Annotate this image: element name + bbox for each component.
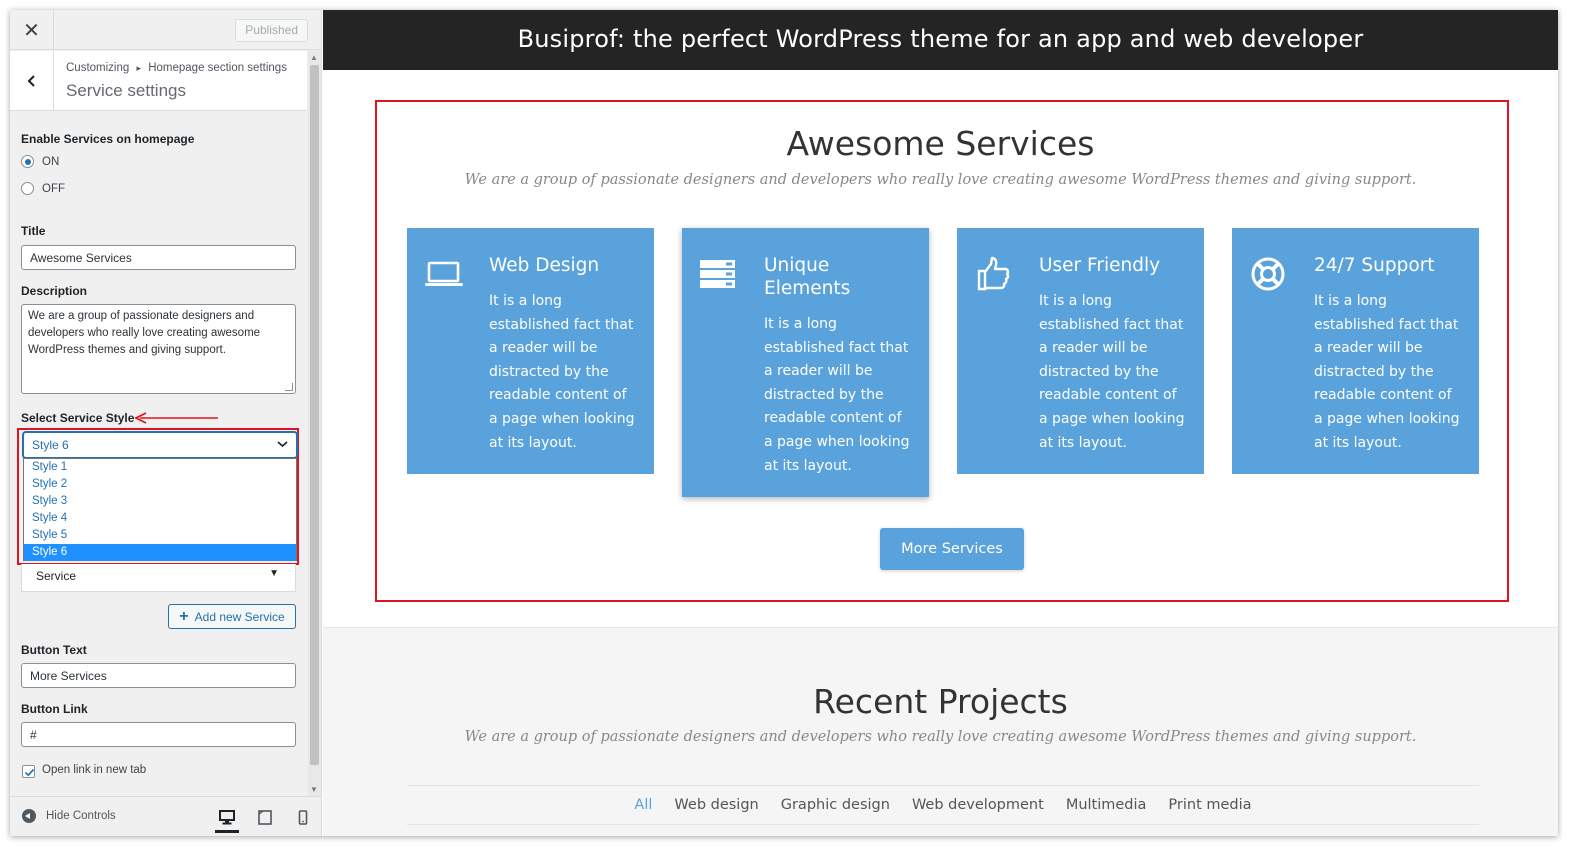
tablet-preview-button[interactable] [253, 806, 277, 828]
services-title: Awesome Services [786, 124, 1095, 163]
style-option[interactable]: Style 2 [24, 476, 296, 493]
radio-off[interactable] [21, 182, 34, 195]
button-link-label: Button Link [21, 702, 88, 716]
hide-controls-button[interactable]: Hide Controls [22, 809, 116, 823]
mobile-preview-button[interactable] [291, 806, 315, 828]
description-text: We are a group of passionate designers a… [28, 310, 261, 356]
desktop-preview-button[interactable] [215, 805, 239, 833]
projects-title: Recent Projects [813, 682, 1068, 721]
breadcrumb-root: Customizing [66, 62, 130, 74]
card-title: Web Design [489, 255, 600, 276]
radio-off-label: OFF [42, 182, 65, 195]
filter-print-media[interactable]: Print media [1168, 797, 1251, 813]
chevron-down-icon [277, 441, 288, 448]
breadcrumb-separator: ▸ [136, 63, 142, 73]
new-tab-checkbox[interactable] [22, 765, 35, 778]
back-button[interactable] [10, 51, 54, 110]
service-item-label: Service [36, 569, 77, 583]
style-selected-value: Style 6 [32, 438, 69, 452]
style-option[interactable]: Style 4 [24, 510, 296, 527]
card-text: It is a long established fact that a rea… [1314, 293, 1460, 451]
radio-on-row[interactable]: ON [21, 155, 59, 168]
radio-off-row[interactable]: OFF [21, 182, 65, 195]
filter-all[interactable]: All [634, 797, 652, 813]
preview-banner: Busiprof: the perfect WordPress theme fo… [323, 10, 1558, 70]
filter-graphic-design[interactable]: Graphic design [781, 797, 890, 813]
filter-multimedia[interactable]: Multimedia [1066, 797, 1147, 813]
style-option[interactable]: Style 5 [24, 527, 296, 544]
radio-on-label: ON [42, 155, 60, 168]
breadcrumb: Customizing ▸ Homepage section settings [66, 62, 287, 74]
service-style-select[interactable]: Style 6 [23, 432, 297, 458]
radio-on[interactable] [21, 155, 34, 168]
desktop-icon [219, 810, 235, 825]
add-service-label: Add new Service [194, 609, 285, 624]
life-ring-icon [1251, 257, 1285, 291]
section-title: Service settings [66, 81, 186, 100]
enable-services-label: Enable Services on homepage [21, 132, 195, 146]
site-preview: Busiprof: the perfect WordPress theme fo… [323, 10, 1558, 836]
scroll-down-icon[interactable]: ▼ [310, 785, 318, 794]
sidebar-header: ✕ Published [10, 10, 321, 50]
laptop-icon [425, 261, 463, 286]
card-text: It is a long established fact that a rea… [1039, 293, 1185, 451]
service-item-row[interactable]: Service ▼ [21, 564, 296, 592]
section-header: Customizing ▸ Homepage section settings … [10, 51, 307, 111]
service-card-user-friendly: User Friendly It is a long established f… [957, 228, 1204, 474]
card-title: 24/7 Support [1314, 255, 1435, 276]
filter-web-development[interactable]: Web development [912, 797, 1044, 813]
button-text-label: Button Text [21, 643, 87, 657]
customizer-sidebar: ✕ Published Customizing ▸ Homepage secti… [10, 10, 322, 836]
close-icon: ✕ [23, 19, 40, 42]
service-card-web-design: Web Design It is a long established fact… [407, 228, 654, 474]
services-subtitle: We are a group of passionate designers a… [464, 172, 1417, 188]
breadcrumb-section: Homepage section settings [148, 62, 287, 74]
chevron-left-icon [27, 74, 35, 87]
caret-down-icon[interactable]: ▼ [269, 568, 279, 579]
service-style-label: Select Service Style [21, 411, 135, 425]
close-customizer-button[interactable]: ✕ [10, 10, 54, 50]
filter-web-design[interactable]: Web design [674, 797, 758, 813]
style-option[interactable]: Style 1 [24, 459, 296, 476]
plus-icon: + [179, 607, 189, 625]
card-text: It is a long established fact that a rea… [489, 293, 635, 451]
add-new-service-button[interactable]: + Add new Service [168, 604, 296, 629]
project-filters: All Web design Graphic design Web develo… [407, 785, 1479, 825]
scroll-thumb[interactable] [310, 65, 319, 765]
button-link-input[interactable]: # [21, 722, 296, 747]
published-button[interactable]: Published [235, 19, 308, 42]
checkmark-icon [24, 768, 35, 777]
customizer-window: ✕ Published Customizing ▸ Homepage secti… [10, 10, 1558, 836]
resize-grip-icon[interactable] [285, 383, 293, 391]
collapse-icon [22, 809, 36, 823]
red-arrow-annotation [134, 412, 218, 424]
title-input[interactable]: Awesome Services [21, 245, 296, 270]
more-services-button[interactable]: More Services [880, 528, 1024, 570]
style-option-selected[interactable]: Style 6 [24, 544, 296, 561]
hide-controls-label: Hide Controls [46, 810, 116, 822]
tablet-icon [258, 809, 272, 825]
title-label: Title [21, 224, 46, 238]
projects-subtitle: We are a group of passionate designers a… [464, 729, 1417, 745]
service-card-unique-elements: Unique Elements It is a long established… [682, 228, 929, 497]
server-icon [700, 260, 735, 288]
scroll-up-icon[interactable]: ▲ [310, 53, 318, 62]
thumbs-up-icon [977, 256, 1010, 291]
sidebar-footer: Hide Controls [10, 796, 321, 836]
mobile-icon [298, 809, 308, 825]
card-title: Unique Elements [764, 255, 851, 299]
description-label: Description [21, 284, 88, 298]
button-text-input[interactable]: More Services [21, 663, 296, 688]
description-textarea[interactable]: We are a group of passionate designers a… [21, 304, 296, 394]
service-card-support: 24/7 Support It is a long established fa… [1232, 228, 1479, 474]
card-text: It is a long established fact that a rea… [764, 316, 910, 474]
sidebar-scrollbar[interactable]: ▲ ▼ [308, 51, 321, 796]
new-tab-label: Open link in new tab [42, 764, 147, 776]
style-options-list[interactable]: Style 1 Style 2 Style 3 Style 4 Style 5 … [23, 458, 297, 561]
card-title: User Friendly [1039, 255, 1161, 276]
style-option[interactable]: Style 3 [24, 493, 296, 510]
